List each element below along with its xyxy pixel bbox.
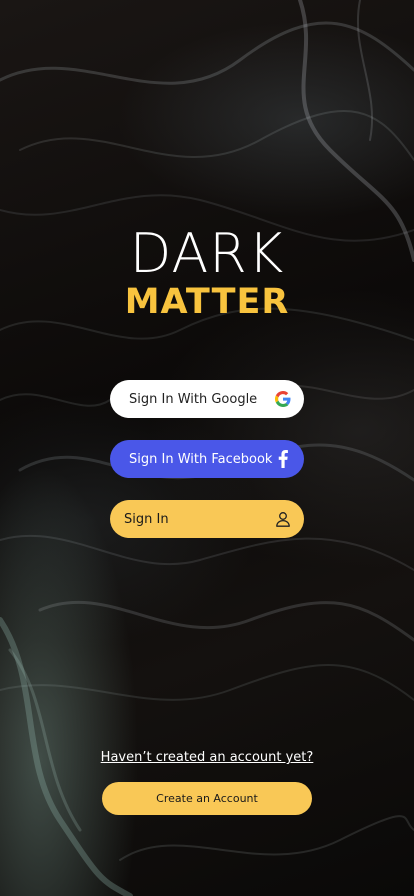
create-account-label: Create an Account: [156, 792, 258, 805]
sign-in-google-label: Sign In With Google: [129, 391, 258, 407]
sign-in-facebook-button[interactable]: Sign In With Facebook: [110, 440, 304, 478]
google-icon: [274, 390, 292, 408]
create-account-button[interactable]: Create an Account: [102, 782, 312, 815]
no-account-link[interactable]: Haven’t created an account yet?: [101, 750, 314, 765]
user-icon: [274, 510, 292, 528]
login-screen: DARK MATTER Sign In With Google Sign In …: [0, 0, 414, 896]
no-account-prompt: Haven’t created an account yet?: [0, 746, 414, 765]
sign-in-label: Sign In: [124, 511, 169, 527]
sign-in-google-button[interactable]: Sign In With Google: [110, 380, 304, 418]
sign-in-button[interactable]: Sign In: [110, 500, 304, 538]
facebook-icon: [274, 450, 292, 468]
app-logo: DARK MATTER: [0, 222, 414, 322]
logo-word-matter: MATTER: [124, 282, 290, 322]
logo-word-dark: DARK: [129, 222, 285, 285]
sign-in-facebook-label: Sign In With Facebook: [129, 451, 273, 467]
